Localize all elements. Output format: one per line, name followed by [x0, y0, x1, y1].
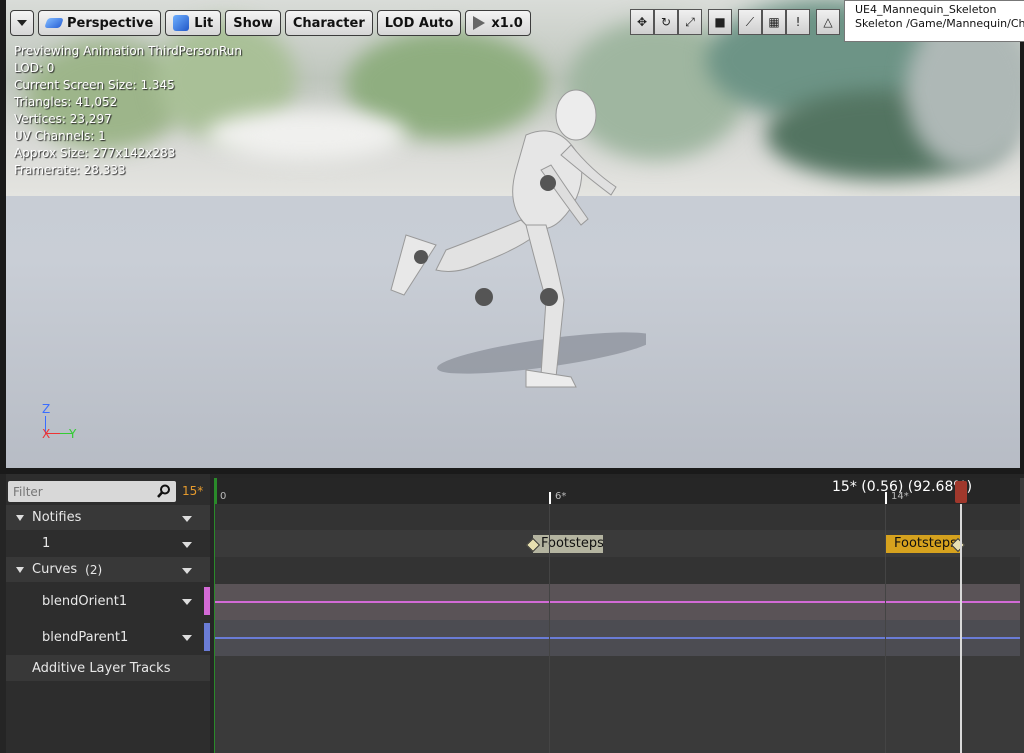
- time-ruler[interactable]: 0 6* 14* 15* (0.56) (92.68%): [214, 478, 1020, 504]
- play-icon: [473, 16, 486, 30]
- curve-color-swatch[interactable]: [204, 587, 210, 615]
- transform-tools: ✥ ↻ ⤢ ■ ⟋ ▦ ! △: [630, 9, 840, 35]
- stat-approx-size: Approx Size: 277x142x283: [14, 146, 176, 160]
- stat-previewing: Previewing Animation ThirdPersonRun: [14, 44, 243, 58]
- curve-color-swatch[interactable]: [204, 623, 210, 651]
- snap-surface-icon[interactable]: ⟋: [738, 9, 762, 35]
- skeleton-tooltip: UE4_Mannequin_Skeleton Skeleton /Game/Ma…: [844, 0, 1024, 42]
- expand-icon[interactable]: [16, 514, 24, 521]
- grid-snap-icon[interactable]: ▦: [762, 9, 786, 35]
- viewport-stats: Previewing Animation ThirdPersonRun LOD:…: [14, 43, 242, 179]
- chevron-down-icon[interactable]: [182, 635, 192, 641]
- chevron-down-icon: [17, 20, 27, 26]
- character-label: Character: [292, 15, 365, 31]
- notifies-lane: [214, 504, 1020, 530]
- playhead-line: [960, 504, 962, 753]
- notify-footsteps[interactable]: Footsteps: [533, 535, 603, 553]
- curve-label-blendorient1: blendOrient1: [42, 593, 128, 609]
- filter-input[interactable]: [8, 481, 158, 503]
- chevron-down-icon[interactable]: [182, 567, 192, 574]
- stat-uv-channels: UV Channels: 1: [14, 129, 106, 143]
- speed-label: x1.0: [491, 15, 523, 31]
- cube-icon: [173, 15, 190, 31]
- lit-button[interactable]: Lit: [165, 10, 222, 36]
- stat-screen-size: Current Screen Size: 1.345: [14, 78, 175, 92]
- current-frame-label: 15*: [182, 484, 204, 498]
- curve-label-blendparent1: blendParent1: [42, 629, 129, 645]
- viewport-menu-button[interactable]: [10, 10, 34, 36]
- timeline-area[interactable]: 0 6* 14* 15* (0.56) (92.68%) Footsteps F…: [214, 478, 1024, 753]
- playback-speed-button[interactable]: x1.0: [465, 10, 531, 36]
- tick-label-0: 0: [220, 491, 227, 502]
- curves-count: (2): [85, 562, 103, 577]
- lod-button[interactable]: LOD Auto: [376, 10, 462, 36]
- rotation-snap-icon[interactable]: △: [816, 9, 840, 35]
- curve-lane-blendparent1[interactable]: [214, 620, 1020, 656]
- chevron-down-icon[interactable]: [182, 599, 192, 605]
- additive-lane: [214, 656, 1020, 753]
- tooltip-skeleton-name: UE4_Mannequin_Skeleton: [855, 3, 997, 16]
- expand-icon[interactable]: [16, 566, 24, 573]
- translate-icon[interactable]: ✥: [630, 9, 654, 35]
- filter-box: [8, 481, 176, 503]
- curve-line-blendorient1: [214, 601, 1020, 603]
- tick-label-6: 6*: [555, 491, 567, 502]
- show-label: Show: [233, 15, 273, 31]
- axis-y-label: Y: [69, 427, 77, 441]
- axis-gizmo: Z X Y: [42, 402, 92, 448]
- lod-label: LOD Auto: [384, 15, 454, 31]
- show-button[interactable]: Show: [225, 10, 281, 36]
- stat-lod: LOD: 0: [14, 61, 55, 75]
- tooltip-skeleton-path: Skeleton /Game/Mannequin/Character: [855, 17, 1024, 30]
- curve-row-blendparent1[interactable]: blendParent1: [6, 620, 210, 654]
- notifies-track-header[interactable]: Notifies: [6, 505, 210, 530]
- curves-track-header[interactable]: Curves (2): [6, 557, 210, 582]
- notify-label: Footsteps: [894, 536, 957, 551]
- chevron-down-icon[interactable]: [182, 515, 192, 522]
- search-icon[interactable]: [157, 484, 171, 498]
- additive-layer-tracks-header[interactable]: Additive Layer Tracks: [6, 655, 210, 681]
- mannequin-character: [390, 89, 646, 388]
- perspective-label: Perspective: [67, 15, 154, 31]
- notify-lane-1[interactable]: Footsteps Footsteps: [214, 530, 1020, 557]
- camera-icon[interactable]: ■: [708, 9, 732, 35]
- axis-x-label: X: [42, 427, 51, 441]
- additive-layer-label: Additive Layer Tracks: [32, 660, 171, 676]
- notify-track-label: 1: [42, 536, 51, 551]
- viewport-toolbar: Perspective Lit Show Character LOD Auto …: [10, 9, 535, 37]
- chevron-down-icon[interactable]: [182, 541, 192, 548]
- scrub-handle[interactable]: [955, 481, 967, 503]
- curve-lane-blendorient1[interactable]: [214, 584, 1020, 620]
- anim-sequence-editor: 15* Notifies 1 Curves (2) blendOrient1 b…: [0, 474, 1024, 753]
- notifies-label: Notifies: [32, 510, 82, 525]
- notify-footsteps[interactable]: Footsteps: [886, 535, 960, 553]
- stat-framerate: Framerate: 28.333: [14, 163, 126, 177]
- character-button[interactable]: Character: [284, 10, 373, 36]
- curve-row-blendorient1[interactable]: blendOrient1: [6, 584, 210, 618]
- rotate-icon[interactable]: ↻: [654, 9, 678, 35]
- preview-viewport[interactable]: Perspective Lit Show Character LOD Auto …: [6, 0, 1020, 468]
- scale-icon[interactable]: ⤢: [678, 9, 702, 35]
- scrub-position-label: 15* (0.56) (92.68%): [832, 479, 973, 495]
- perspective-icon: [44, 18, 64, 28]
- stat-triangles: Triangles: 41,052: [14, 95, 118, 109]
- curves-lane: [214, 557, 1020, 584]
- curve-line-blendparent1: [214, 637, 1020, 639]
- axis-z-label: Z: [42, 402, 51, 416]
- curves-label: Curves: [32, 562, 78, 577]
- perspective-button[interactable]: Perspective: [38, 10, 162, 36]
- notify-track-row[interactable]: 1: [6, 530, 210, 557]
- stat-vertices: Vertices: 23,297: [14, 112, 112, 126]
- lit-label: Lit: [194, 15, 214, 31]
- notify-label: Footsteps: [541, 536, 603, 551]
- track-list: 15* Notifies 1 Curves (2) blendOrient1 b…: [6, 474, 210, 753]
- grid-value-button[interactable]: !: [786, 9, 810, 35]
